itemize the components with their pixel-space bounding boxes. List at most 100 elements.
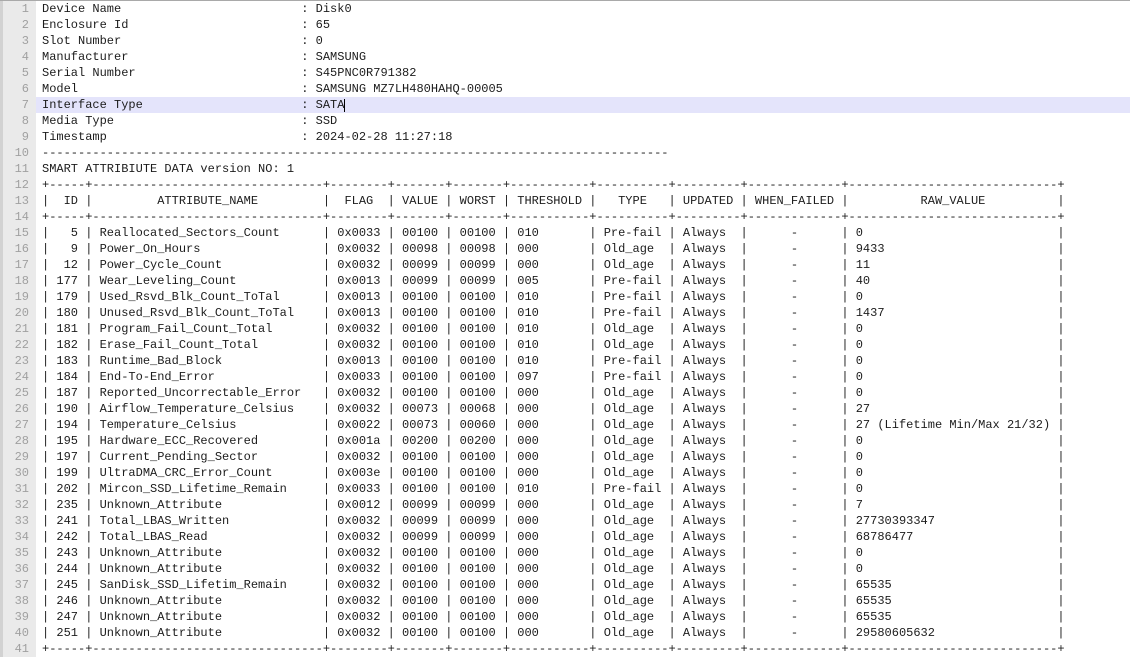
- line-number: 2: [0, 17, 36, 33]
- line-number: 28: [0, 433, 36, 449]
- table-row-line[interactable]: | 179 | Used_Rsvd_Blk_Count_ToTal | 0x00…: [36, 289, 1130, 305]
- editor-line[interactable]: 40| 251 | Unknown_Attribute | 0x0032 | 0…: [0, 625, 1130, 641]
- line-number: 37: [0, 577, 36, 593]
- table-border-line[interactable]: +-----+--------------------------------+…: [36, 209, 1130, 225]
- line-number: 19: [0, 289, 36, 305]
- table-row-line[interactable]: | 251 | Unknown_Attribute | 0x0032 | 001…: [36, 625, 1130, 641]
- editor-line[interactable]: 34| 242 | Total_LBAS_Read | 0x0032 | 000…: [0, 529, 1130, 545]
- editor-line[interactable]: 8Media Type : SSD: [0, 113, 1130, 129]
- editor-line[interactable]: 15| 5 | Reallocated_Sectors_Count | 0x00…: [0, 225, 1130, 241]
- line-number: 31: [0, 481, 36, 497]
- editor-line[interactable]: 27| 194 | Temperature_Celsius | 0x0022 |…: [0, 417, 1130, 433]
- table-row-line[interactable]: | 9 | Power_On_Hours | 0x0032 | 00098 | …: [36, 241, 1130, 257]
- editor-line[interactable]: 39| 247 | Unknown_Attribute | 0x0032 | 0…: [0, 609, 1130, 625]
- editor-line[interactable]: 38| 246 | Unknown_Attribute | 0x0032 | 0…: [0, 593, 1130, 609]
- table-border-line[interactable]: +-----+--------------------------------+…: [36, 177, 1130, 193]
- line-number: 15: [0, 225, 36, 241]
- editor-line[interactable]: 7Interface Type : SATA: [0, 97, 1130, 113]
- line-number: 4: [0, 49, 36, 65]
- table-row-line[interactable]: | 202 | Mircon_SSD_Lifetime_Remain | 0x0…: [36, 481, 1130, 497]
- device-field-line[interactable]: Media Type : SSD: [36, 113, 1130, 129]
- line-number: 18: [0, 273, 36, 289]
- editor-line[interactable]: 24| 184 | End-To-End_Error | 0x0033 | 00…: [0, 369, 1130, 385]
- editor-line[interactable]: 4Manufacturer : SAMSUNG: [0, 49, 1130, 65]
- table-row-line[interactable]: | 187 | Reported_Uncorrectable_Error | 0…: [36, 385, 1130, 401]
- editor-line[interactable]: 22| 182 | Erase_Fail_Count_Total | 0x003…: [0, 337, 1130, 353]
- editor-line[interactable]: 14+-----+-------------------------------…: [0, 209, 1130, 225]
- table-row-line[interactable]: | 235 | Unknown_Attribute | 0x0012 | 000…: [36, 497, 1130, 513]
- table-row-line[interactable]: | 177 | Wear_Leveling_Count | 0x0013 | 0…: [36, 273, 1130, 289]
- editor-line[interactable]: 9Timestamp : 2024-02-28 11:27:18: [0, 129, 1130, 145]
- table-border-line[interactable]: +-----+--------------------------------+…: [36, 641, 1130, 657]
- table-row-line[interactable]: | 245 | SanDisk_SSD_Lifetim_Remain | 0x0…: [36, 577, 1130, 593]
- editor-line[interactable]: 31| 202 | Mircon_SSD_Lifetime_Remain | 0…: [0, 481, 1130, 497]
- editor-line[interactable]: 26| 190 | Airflow_Temperature_Celsius | …: [0, 401, 1130, 417]
- line-number: 35: [0, 545, 36, 561]
- table-row-line[interactable]: | 242 | Total_LBAS_Read | 0x0032 | 00099…: [36, 529, 1130, 545]
- table-row-line[interactable]: | 181 | Program_Fail_Count_Total | 0x003…: [36, 321, 1130, 337]
- device-field-line[interactable]: Manufacturer : SAMSUNG: [36, 49, 1130, 65]
- device-field-line[interactable]: Device Name : Disk0: [36, 1, 1130, 17]
- editor-line[interactable]: 5Serial Number : S45PNC0R791382: [0, 65, 1130, 81]
- editor-line[interactable]: 35| 243 | Unknown_Attribute | 0x0032 | 0…: [0, 545, 1130, 561]
- line-number: 5: [0, 65, 36, 81]
- table-row-line[interactable]: | 180 | Unused_Rsvd_Blk_Count_ToTal | 0x…: [36, 305, 1130, 321]
- editor-line[interactable]: 13| ID | ATTRIBUTE_NAME | FLAG | VALUE |…: [0, 193, 1130, 209]
- editor-line[interactable]: 11SMART ATTRIBIUTE DATA version NO: 1: [0, 161, 1130, 177]
- editor-line[interactable]: 25| 187 | Reported_Uncorrectable_Error |…: [0, 385, 1130, 401]
- editor-line[interactable]: 20| 180 | Unused_Rsvd_Blk_Count_ToTal | …: [0, 305, 1130, 321]
- device-field-line[interactable]: Timestamp : 2024-02-28 11:27:18: [36, 129, 1130, 145]
- editor-line[interactable]: 33| 241 | Total_LBAS_Written | 0x0032 | …: [0, 513, 1130, 529]
- table-row-line[interactable]: | 183 | Runtime_Bad_Block | 0x0013 | 001…: [36, 353, 1130, 369]
- line-number: 13: [0, 193, 36, 209]
- editor-line[interactable]: 17| 12 | Power_Cycle_Count | 0x0032 | 00…: [0, 257, 1130, 273]
- device-field-line[interactable]: Interface Type : SATA: [36, 97, 1130, 113]
- editor-line[interactable]: 19| 179 | Used_Rsvd_Blk_Count_ToTal | 0x…: [0, 289, 1130, 305]
- line-number: 3: [0, 33, 36, 49]
- table-row-line[interactable]: | 197 | Current_Pending_Sector | 0x0032 …: [36, 449, 1130, 465]
- table-row-line[interactable]: | 243 | Unknown_Attribute | 0x0032 | 001…: [36, 545, 1130, 561]
- editor-line[interactable]: 23| 183 | Runtime_Bad_Block | 0x0013 | 0…: [0, 353, 1130, 369]
- table-row-line[interactable]: | 194 | Temperature_Celsius | 0x0022 | 0…: [36, 417, 1130, 433]
- editor-line[interactable]: 36| 244 | Unknown_Attribute | 0x0032 | 0…: [0, 561, 1130, 577]
- line-number: 39: [0, 609, 36, 625]
- table-row-line[interactable]: | 246 | Unknown_Attribute | 0x0032 | 001…: [36, 593, 1130, 609]
- editor-line[interactable]: 32| 235 | Unknown_Attribute | 0x0012 | 0…: [0, 497, 1130, 513]
- line-number: 33: [0, 513, 36, 529]
- separator-line[interactable]: ----------------------------------------…: [36, 145, 1130, 161]
- table-row-line[interactable]: | 182 | Erase_Fail_Count_Total | 0x0032 …: [36, 337, 1130, 353]
- table-row-line[interactable]: | 247 | Unknown_Attribute | 0x0032 | 001…: [36, 609, 1130, 625]
- device-field-line[interactable]: Enclosure Id : 65: [36, 17, 1130, 33]
- table-row-line[interactable]: | 5 | Reallocated_Sectors_Count | 0x0033…: [36, 225, 1130, 241]
- editor-line[interactable]: 10--------------------------------------…: [0, 145, 1130, 161]
- table-row-line[interactable]: | 184 | End-To-End_Error | 0x0033 | 0010…: [36, 369, 1130, 385]
- table-header-line[interactable]: | ID | ATTRIBUTE_NAME | FLAG | VALUE | W…: [36, 193, 1130, 209]
- smart-title-line[interactable]: SMART ATTRIBIUTE DATA version NO: 1: [36, 161, 1130, 177]
- device-field-line[interactable]: Model : SAMSUNG MZ7LH480HAHQ-00005: [36, 81, 1130, 97]
- editor-line[interactable]: 2Enclosure Id : 65: [0, 17, 1130, 33]
- text-editor[interactable]: 1Device Name : Disk02Enclosure Id : 653S…: [0, 0, 1130, 658]
- table-row-line[interactable]: | 195 | Hardware_ECC_Recovered | 0x001a …: [36, 433, 1130, 449]
- editor-line[interactable]: 29| 197 | Current_Pending_Sector | 0x003…: [0, 449, 1130, 465]
- table-row-line[interactable]: | 244 | Unknown_Attribute | 0x0032 | 001…: [36, 561, 1130, 577]
- editor-line[interactable]: 6Model : SAMSUNG MZ7LH480HAHQ-00005: [0, 81, 1130, 97]
- editor-line[interactable]: 3Slot Number : 0: [0, 33, 1130, 49]
- line-number: 36: [0, 561, 36, 577]
- line-number: 22: [0, 337, 36, 353]
- editor-line[interactable]: 30| 199 | UltraDMA_CRC_Error_Count | 0x0…: [0, 465, 1130, 481]
- editor-line[interactable]: 18| 177 | Wear_Leveling_Count | 0x0013 |…: [0, 273, 1130, 289]
- device-field-line[interactable]: Serial Number : S45PNC0R791382: [36, 65, 1130, 81]
- editor-line[interactable]: 28| 195 | Hardware_ECC_Recovered | 0x001…: [0, 433, 1130, 449]
- editor-line[interactable]: 16| 9 | Power_On_Hours | 0x0032 | 00098 …: [0, 241, 1130, 257]
- editor-line[interactable]: 1Device Name : Disk0: [0, 1, 1130, 17]
- device-field-line[interactable]: Slot Number : 0: [36, 33, 1130, 49]
- editor-line[interactable]: 41+-----+-------------------------------…: [0, 641, 1130, 657]
- line-number: 6: [0, 81, 36, 97]
- table-row-line[interactable]: | 241 | Total_LBAS_Written | 0x0032 | 00…: [36, 513, 1130, 529]
- table-row-line[interactable]: | 190 | Airflow_Temperature_Celsius | 0x…: [36, 401, 1130, 417]
- editor-line[interactable]: 37| 245 | SanDisk_SSD_Lifetim_Remain | 0…: [0, 577, 1130, 593]
- table-row-line[interactable]: | 199 | UltraDMA_CRC_Error_Count | 0x003…: [36, 465, 1130, 481]
- editor-line[interactable]: 21| 181 | Program_Fail_Count_Total | 0x0…: [0, 321, 1130, 337]
- table-row-line[interactable]: | 12 | Power_Cycle_Count | 0x0032 | 0009…: [36, 257, 1130, 273]
- editor-line[interactable]: 12+-----+-------------------------------…: [0, 177, 1130, 193]
